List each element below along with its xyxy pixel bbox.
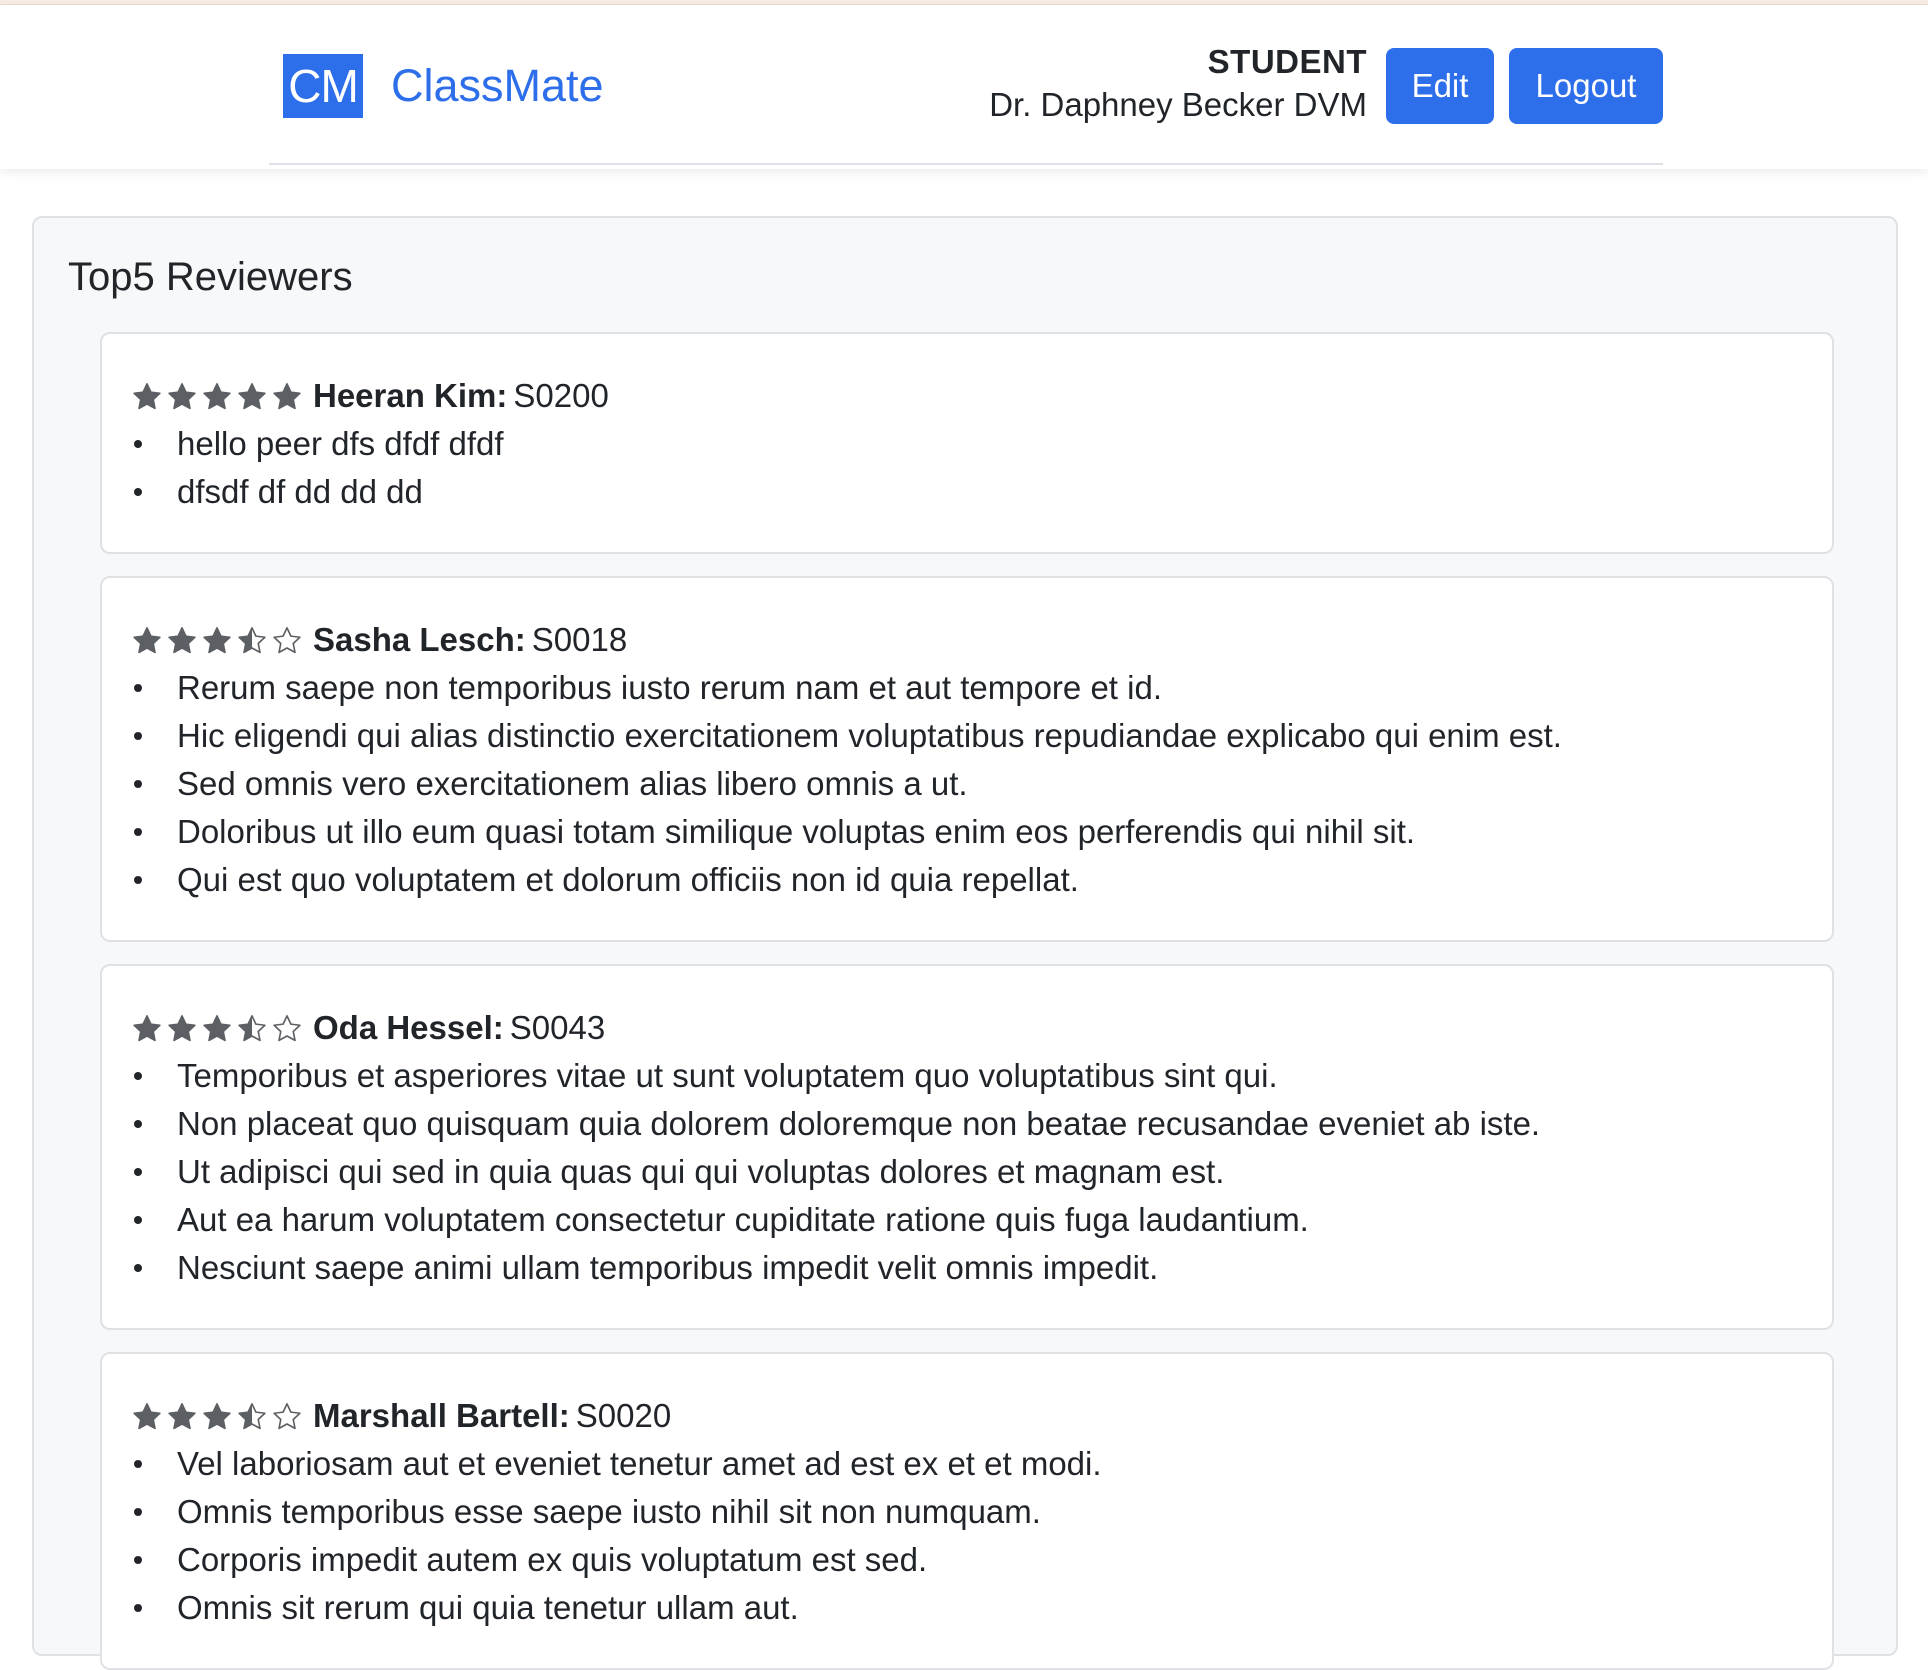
star-filled-icon: [167, 616, 202, 664]
star-filled-icon: [167, 1004, 202, 1052]
reviewer-id: S0020: [575, 1397, 672, 1434]
top-reviewers-panel: Top5 Reviewers Heeran Kim: S0200 hello pee…: [32, 216, 1898, 1670]
reviewer-card: Sasha Lesch: S0018 Rerum saepe non tempori…: [100, 576, 1834, 942]
review-comment: Non placeat quo quisquam quia dolorem do…: [132, 1100, 1802, 1148]
star-half-icon: [237, 1004, 272, 1052]
user-role: STUDENT: [1207, 43, 1367, 80]
panel-title: Top5 Reviewers: [68, 255, 353, 299]
review-comment: Omnis temporibus esse saepe iusto nihil …: [132, 1488, 1802, 1536]
review-comment: Nesciunt saepe animi ullam temporibus im…: [132, 1244, 1802, 1292]
review-comment: dfsdf df dd dd dd: [132, 468, 1802, 516]
star-rating: [132, 1004, 307, 1052]
star-filled-icon: [132, 372, 167, 420]
reviewer-card: Marshall Bartell: S0020 Vel laboriosam aut…: [100, 1352, 1834, 1670]
review-comments: Vel laboriosam aut et eveniet tenetur am…: [132, 1440, 1802, 1632]
navbar: CM ClassMate STUDENT Dr. Daphney Becker …: [0, 5, 1928, 169]
star-rating: [132, 616, 307, 664]
star-half-icon: [237, 616, 272, 664]
brand-name[interactable]: ClassMate: [391, 60, 604, 112]
review-comment: hello peer dfs dfdf dfdf: [132, 420, 1802, 468]
star-rating: [132, 372, 307, 420]
review-comment: Ut adipisci qui sed in quia quas qui qui…: [132, 1148, 1802, 1196]
star-empty-icon: [272, 1004, 307, 1052]
logo[interactable]: CM: [283, 54, 363, 118]
review-comment: Aut ea harum voluptatem consectetur cupi…: [132, 1196, 1802, 1244]
star-filled-icon: [132, 1392, 167, 1440]
star-filled-icon: [272, 372, 307, 420]
reviewer-id: S0200: [513, 377, 609, 414]
user-info: STUDENT Dr. Daphney Becker DVM: [989, 41, 1367, 127]
star-empty-icon: [272, 1392, 307, 1440]
reviewer-header: Oda Hessel: S0043: [132, 1004, 1802, 1052]
reviewer-card: Heeran Kim: S0200 hello peer dfs dfdf dfdf…: [100, 332, 1834, 554]
star-filled-icon: [202, 372, 237, 420]
star-filled-icon: [202, 616, 237, 664]
review-comment: Hic eligendi qui alias distinctio exerci…: [132, 712, 1802, 760]
reviewer-card: Oda Hessel: S0043 Temporibus et asperiores…: [100, 964, 1834, 1330]
star-filled-icon: [167, 372, 202, 420]
review-comment: Temporibus et asperiores vitae ut sunt v…: [132, 1052, 1802, 1100]
reviewer-header: Heeran Kim: S0200: [132, 372, 1802, 420]
star-filled-icon: [202, 1004, 237, 1052]
star-filled-icon: [132, 616, 167, 664]
reviewer-header: Sasha Lesch: S0018: [132, 616, 1802, 664]
review-comments: Temporibus et asperiores vitae ut sunt v…: [132, 1052, 1802, 1292]
reviewer-name: Oda Hessel:: [313, 1009, 504, 1046]
reviewer-name: Marshall Bartell:: [313, 1397, 570, 1434]
reviewer-name: Sasha Lesch:: [313, 621, 526, 658]
review-comment: Vel laboriosam aut et eveniet tenetur am…: [132, 1440, 1802, 1488]
navbar-inner: CM ClassMate STUDENT Dr. Daphney Becker …: [269, 5, 1663, 165]
star-filled-icon: [202, 1392, 237, 1440]
star-rating: [132, 1392, 307, 1440]
user-name: Dr. Daphney Becker DVM: [989, 86, 1367, 123]
logout-button[interactable]: Logout: [1509, 48, 1663, 124]
review-comment: Omnis sit rerum qui quia tenetur ullam a…: [132, 1584, 1802, 1632]
star-empty-icon: [272, 616, 307, 664]
star-half-icon: [237, 1392, 272, 1440]
review-comment: Corporis impedit autem ex quis voluptatu…: [132, 1536, 1802, 1584]
review-comments: hello peer dfs dfdf dfdf dfsdf df dd dd d…: [132, 420, 1802, 516]
reviewer-id: S0018: [531, 621, 628, 658]
review-comment: Doloribus ut illo eum quasi totam simili…: [132, 808, 1802, 856]
reviewer-header: Marshall Bartell: S0020: [132, 1392, 1802, 1440]
review-comment: Sed omnis vero exercitationem alias libe…: [132, 760, 1802, 808]
review-comment: Rerum saepe non temporibus iusto rerum n…: [132, 664, 1802, 712]
review-comments: Rerum saepe non temporibus iusto rerum n…: [132, 664, 1802, 904]
review-comment: Qui est quo voluptatem et dolorum offici…: [132, 856, 1802, 904]
star-filled-icon: [167, 1392, 202, 1440]
reviewer-id: S0043: [509, 1009, 606, 1046]
reviewer-name: Heeran Kim:: [313, 377, 508, 414]
star-filled-icon: [237, 372, 272, 420]
edit-button[interactable]: Edit: [1386, 48, 1494, 124]
star-filled-icon: [132, 1004, 167, 1052]
